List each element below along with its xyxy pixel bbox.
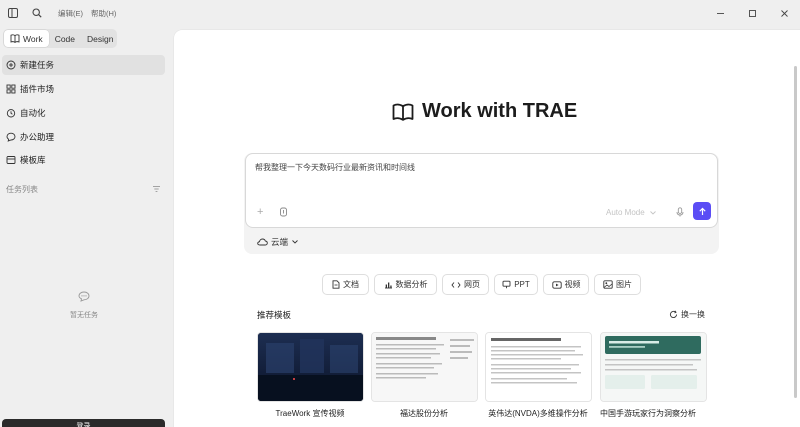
cloud-selector[interactable]: 云端 <box>257 236 302 248</box>
chip-doc[interactable]: 文档 <box>322 274 369 295</box>
chip-ppt[interactable]: PPT <box>494 274 538 295</box>
chip-webpage-label: 网页 <box>464 280 480 289</box>
mode-select-label: Auto Mode <box>606 208 645 217</box>
menu-edit[interactable]: 编辑(E) <box>58 8 83 19</box>
sidebar-item-label: 新建任务 <box>20 60 55 70</box>
template-card-label: 英伟达(NVDA)多维操作分析 <box>488 409 588 418</box>
video-icon <box>551 280 562 289</box>
clock-icon <box>6 109 16 118</box>
sidebar-item-new-task[interactable]: 新建任务 <box>2 55 165 75</box>
cloud-label: 云端 <box>271 237 289 247</box>
chat-bubble-icon <box>78 291 90 302</box>
microphone-icon[interactable] <box>676 207 684 219</box>
sidebar-item-office-assistant[interactable]: 办公助理 <box>2 127 165 147</box>
card-thumbnail <box>601 333 706 401</box>
card-thumbnail <box>372 333 477 401</box>
hero-title: Work with TRAE <box>392 100 577 123</box>
refresh-button[interactable]: 换一换 <box>669 309 705 320</box>
menu-help[interactable]: 帮助(H) <box>91 8 116 19</box>
tab-code[interactable]: Code <box>49 30 81 47</box>
card-thumbnail <box>486 333 591 401</box>
chat-icon <box>6 132 16 142</box>
sidebar-item-automation[interactable]: 自动化 <box>2 103 165 123</box>
sidebar-item-label: 办公助理 <box>20 132 55 142</box>
tab-design-label: Design <box>87 33 114 44</box>
tab-design[interactable]: Design <box>81 30 119 47</box>
image-icon <box>603 280 613 289</box>
template-card-mobile-game-analysis[interactable] <box>600 332 707 402</box>
template-icon <box>6 156 16 164</box>
template-card-nvda-analysis[interactable] <box>485 332 592 402</box>
mode-select[interactable]: Auto Mode <box>606 208 657 217</box>
maximize-icon[interactable] <box>736 0 768 26</box>
chip-ppt-label: PPT <box>514 280 530 289</box>
chip-image-label: 图片 <box>616 280 632 289</box>
title-bar: 编辑(E) 帮助(H) <box>0 0 800 26</box>
search-icon[interactable] <box>28 4 46 22</box>
new-task-icon <box>6 60 16 70</box>
doc-icon <box>332 280 340 289</box>
scrollbar[interactable] <box>794 66 797 398</box>
chip-webpage[interactable]: 网页 <box>442 274 489 295</box>
prompt-text[interactable]: 帮我整理一下今天数码行业最新资讯和时间线 <box>255 162 415 173</box>
close-icon[interactable] <box>768 0 800 26</box>
chevron-down-icon <box>292 240 298 244</box>
task-list-label: 任务列表 <box>6 184 38 194</box>
chip-data-analysis-label: 数据分析 <box>395 280 428 289</box>
book-icon <box>392 103 414 121</box>
code-icon <box>451 281 461 288</box>
cloud-icon <box>257 238 268 246</box>
template-card-stock-analysis[interactable] <box>371 332 478 402</box>
attach-icon[interactable] <box>279 207 288 219</box>
chip-video-label: 视频 <box>564 280 581 289</box>
ppt-icon <box>502 280 511 289</box>
tab-code-label: Code <box>54 33 76 44</box>
book-icon <box>10 34 20 43</box>
chip-doc-label: 文档 <box>343 280 359 289</box>
sidebar-item-label: 模板库 <box>20 155 46 165</box>
mode-tabs: Work Code Design <box>3 29 117 48</box>
recommend-title: 推荐模板 <box>257 310 292 320</box>
template-card-label: TraeWork 宣传视频 <box>275 409 345 418</box>
refresh-label: 换一换 <box>681 310 705 319</box>
empty-task-label: 暂无任务 <box>70 312 98 319</box>
card-thumbnail <box>258 333 363 401</box>
filter-icon[interactable] <box>152 185 161 193</box>
chart-icon <box>384 282 392 289</box>
chip-data-analysis[interactable]: 数据分析 <box>374 274 437 295</box>
template-card-promo-video[interactable] <box>257 332 364 402</box>
hero-title-text: Work with TRAE <box>422 100 578 122</box>
empty-task-state: 暂无任务 <box>40 291 128 320</box>
send-button[interactable] <box>693 202 711 220</box>
arrow-up-icon <box>698 207 706 215</box>
chip-video[interactable]: 视频 <box>543 274 589 295</box>
sidebar-item-label: 自动化 <box>20 108 46 118</box>
minimize-icon[interactable] <box>704 0 736 26</box>
task-list-section: 任务列表 <box>6 183 161 195</box>
prompt-input[interactable]: 帮我整理一下今天数码行业最新资讯和时间线 + Auto Mode <box>245 153 718 228</box>
sidebar-item-templates[interactable]: 模板库 <box>2 150 165 170</box>
tab-work-label: Work <box>23 33 43 44</box>
sidebar-toggle-icon[interactable] <box>4 4 22 22</box>
sidebar-item-plugins[interactable]: 插件市场 <box>2 79 165 99</box>
template-card-label: 福达股份分析 <box>400 409 448 418</box>
sidebar-item-label: 插件市场 <box>20 84 55 94</box>
refresh-icon <box>669 310 678 318</box>
chevron-down-icon <box>649 210 656 215</box>
login-button[interactable]: 登录 <box>2 419 165 427</box>
window-controls <box>704 0 800 26</box>
plugin-icon <box>6 84 16 94</box>
chip-image[interactable]: 图片 <box>594 274 641 295</box>
add-icon[interactable]: + <box>257 206 263 218</box>
tab-work[interactable]: Work <box>4 30 49 47</box>
template-card-label: 中国手游玩家行为洞察分析 <box>600 409 696 418</box>
